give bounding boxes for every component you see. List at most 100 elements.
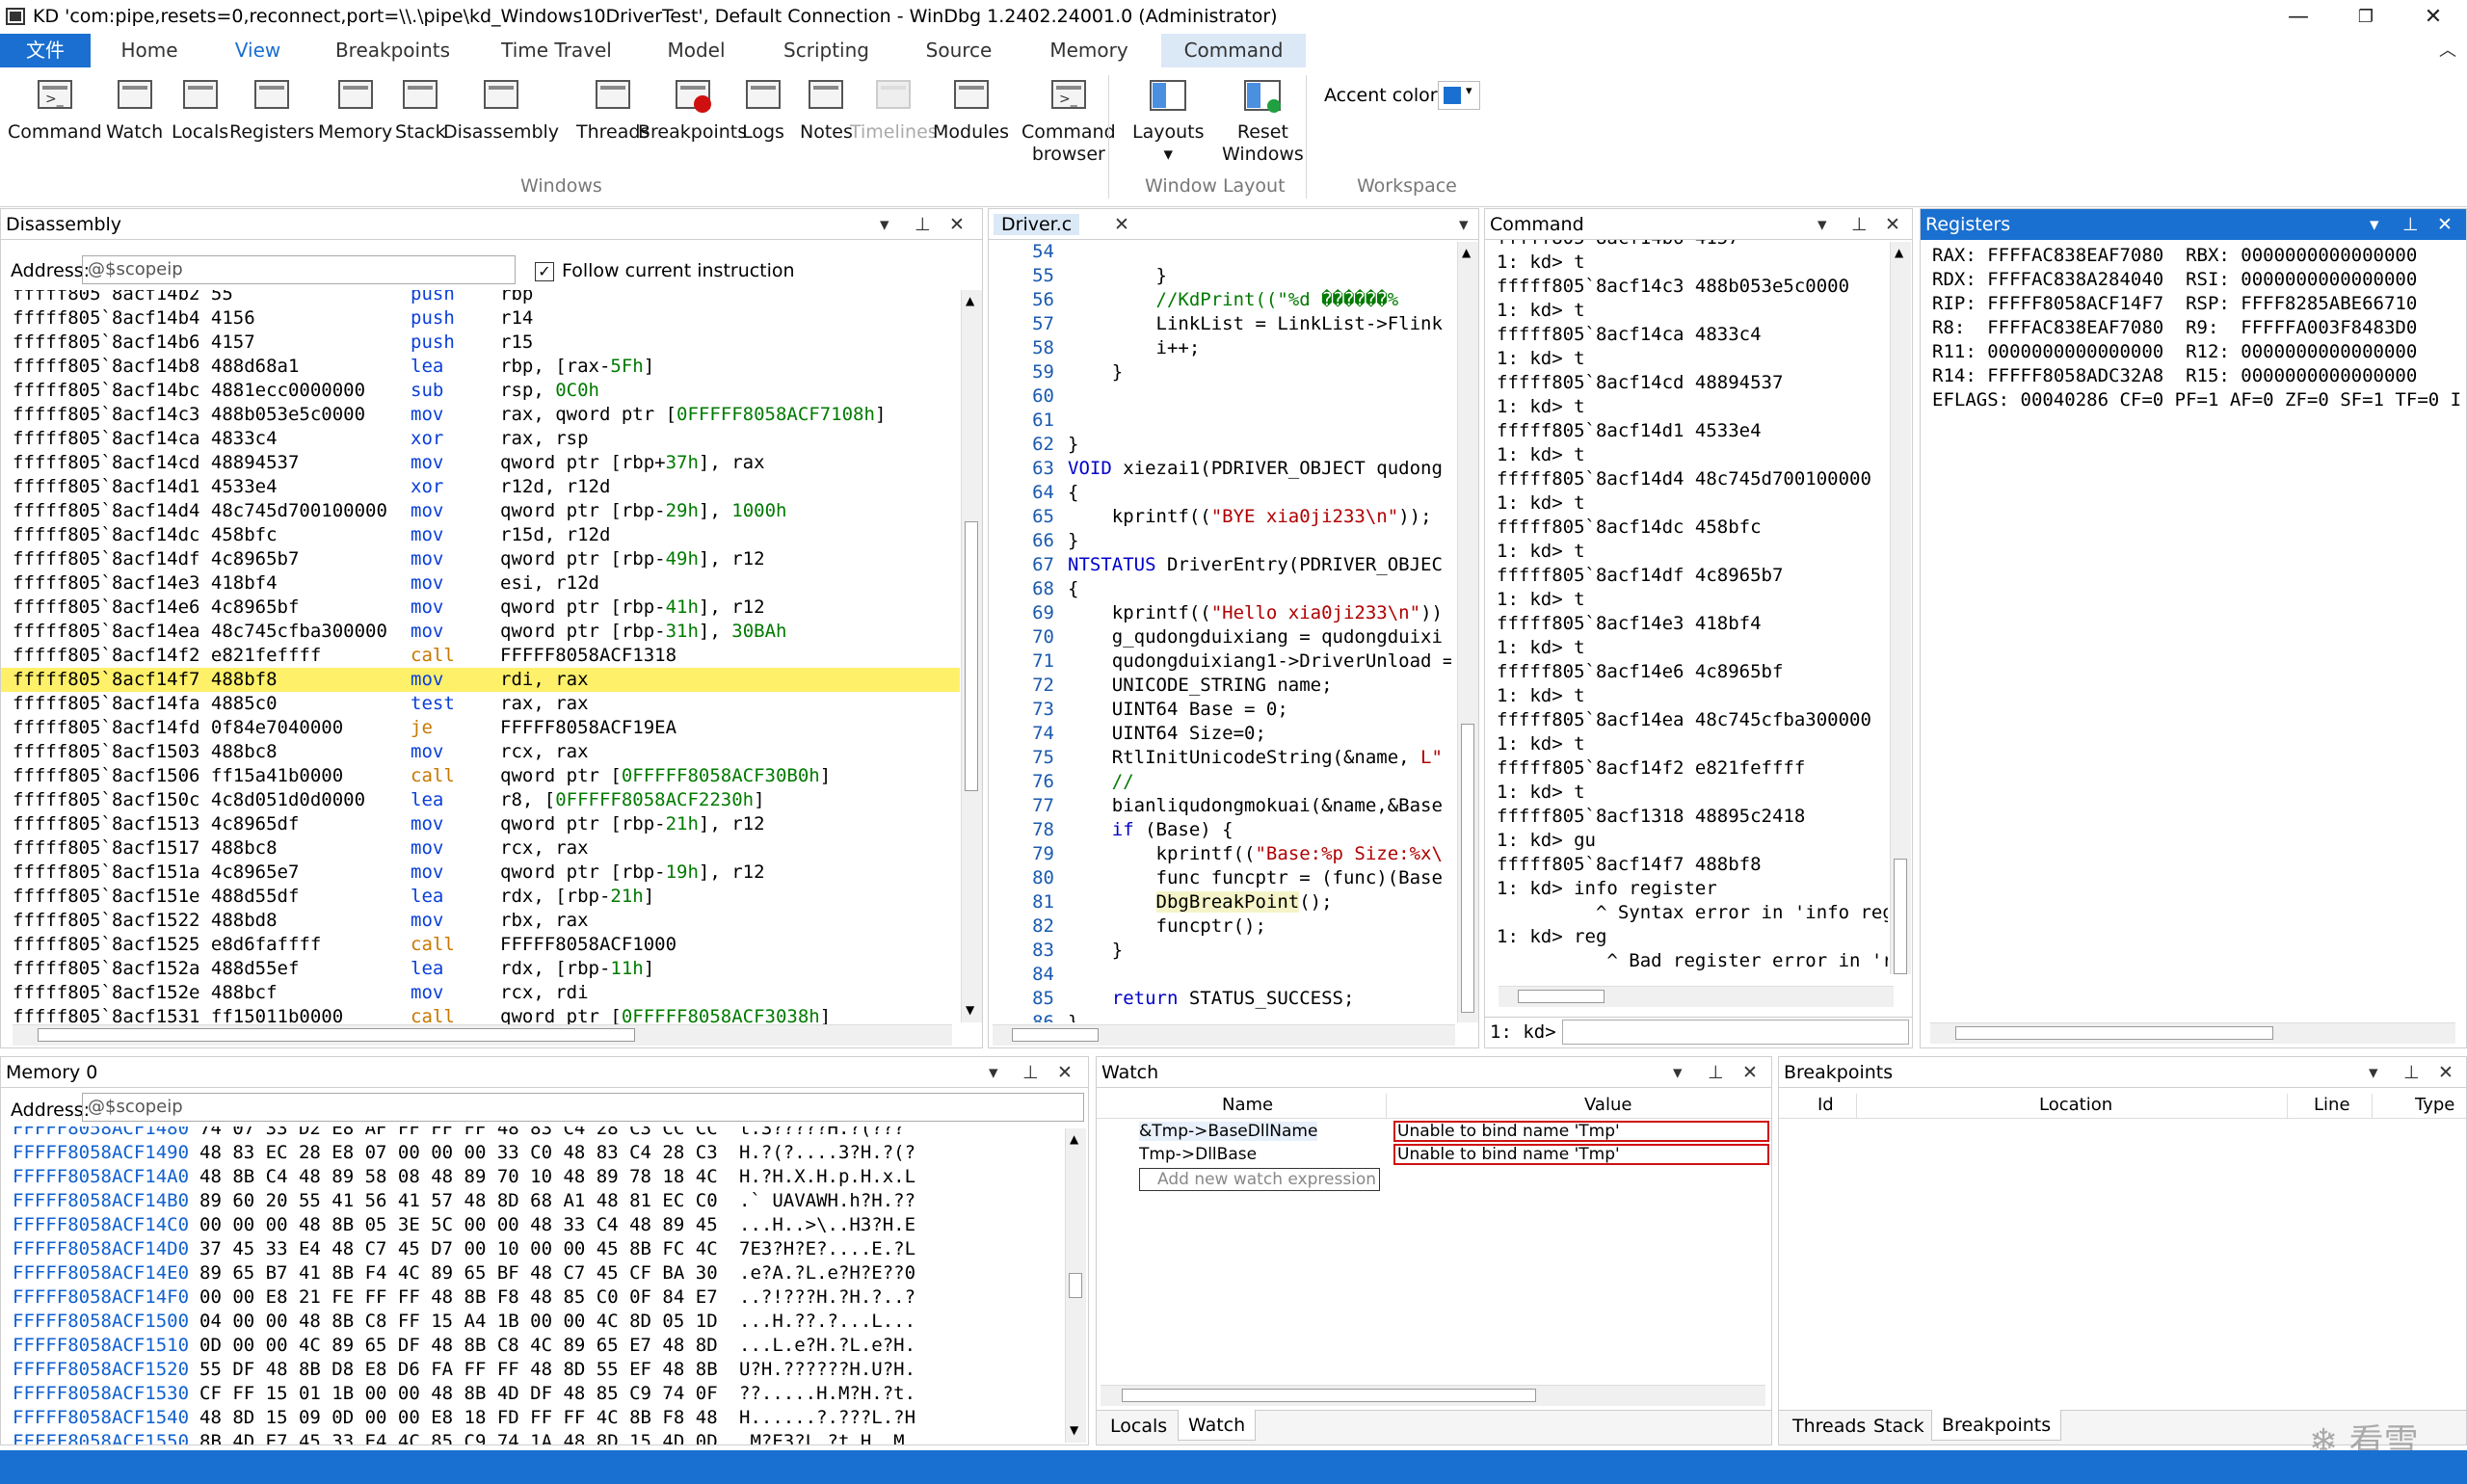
bp-col-location[interactable]: Location — [2039, 1095, 2112, 1115]
disasm-row[interactable]: fffff805`8acf14ca 4833c4 xor rax, rsp — [1, 427, 960, 451]
register-line[interactable]: EFLAGS: 00040286 CF=0 PF=1 AF=0 ZF=0 SF=… — [1932, 388, 2461, 412]
source-line[interactable]: 61 — [989, 409, 1451, 433]
register-line[interactable]: RDX: FFFFAC838A284040 RSI: 0000000000000… — [1932, 268, 2417, 292]
panel-close-icon[interactable]: ✕ — [1885, 209, 1900, 240]
source-line[interactable]: 85 return STATUS_SUCCESS; — [989, 987, 1451, 1011]
register-line[interactable]: R14: FFFFF8058ADC32A8 R15: 0000000000000… — [1932, 364, 2417, 388]
memory-address-input[interactable]: @$scopeip — [82, 1093, 1084, 1122]
source-line[interactable]: 63 VOID xiezai1(PDRIVER_OBJECT qudong — [989, 457, 1451, 481]
disasm-row[interactable]: fffff805`8acf14e6 4c8965bf mov qword ptr [… — [1, 596, 960, 620]
source-line[interactable]: 78 if (Base) { — [989, 818, 1451, 842]
ribbon-memory-button[interactable]: Memory — [318, 77, 392, 144]
ribbon-timelines-button[interactable]: Timelines — [850, 77, 938, 144]
memory-row[interactable]: FFFFF8058ACF1510 0D 00 00 4C 89 65 DF 48 … — [1, 1334, 1061, 1358]
memory-dump[interactable]: FFFFF8058ACF1480 74 07 33 D2 E8 AF FF FF … — [1, 1126, 1061, 1444]
disasm-row[interactable]: fffff805`8acf14dc 458bfc mov r15d, r12d — [1, 523, 960, 547]
horizontal-scrollbar[interactable] — [1101, 1385, 1765, 1406]
memory-row[interactable]: FFFFF8058ACF1550 8B 4D E7 45 33 E4 4C 85 … — [1, 1430, 1061, 1444]
panel-close-icon[interactable]: ✕ — [1057, 1057, 1073, 1088]
disasm-row[interactable]: fffff805`8acf14cd 48894537 mov qword ptr [… — [1, 451, 960, 475]
pin-icon[interactable]: ⊥ — [1708, 1057, 1724, 1088]
ribbon-breakpoints-button[interactable]: Breakpoints — [638, 77, 747, 144]
disasm-row[interactable]: fffff805`8acf14b2 55 push rbp — [1, 290, 960, 306]
disasm-row[interactable]: fffff805`8acf14ea 48c745cfba300000 mov qwo… — [1, 620, 960, 644]
ribbon-modules-button[interactable]: Modules — [933, 77, 1009, 144]
memory-row[interactable]: FFFFF8058ACF1540 48 8D 15 09 0D 00 00 E8 … — [1, 1406, 1061, 1430]
source-line[interactable]: 82 funcptr(); — [989, 914, 1451, 939]
tab-model[interactable]: Model — [655, 34, 737, 67]
panel-close-icon[interactable]: ✕ — [949, 209, 965, 240]
source-line[interactable]: 69 kprintf(("Hello xia0ji233\n")) — [989, 601, 1451, 625]
horizontal-scrollbar[interactable] — [1499, 986, 1894, 1007]
vertical-scrollbar[interactable]: ▲ — [1890, 242, 1911, 974]
panel-close-icon[interactable]: ✕ — [2437, 209, 2453, 240]
panel-menu-icon[interactable]: ▾ — [880, 209, 889, 240]
ribbon-locals-button[interactable]: Locals — [172, 77, 228, 144]
disasm-row[interactable]: fffff805`8acf14d1 4533e4 xor r12d, r12d — [1, 475, 960, 499]
add-watch-input[interactable]: Add new watch expression — [1139, 1168, 1380, 1191]
watch-row[interactable]: Tmp->DllBase Unable to bind name 'Tmp' — [1097, 1144, 1771, 1167]
tab-watch[interactable]: Watch — [1178, 1410, 1257, 1441]
panel-menu-icon[interactable]: ▾ — [1459, 209, 1469, 240]
memory-row[interactable]: FFFFF8058ACF1490 48 83 EC 28 E8 07 00 00 … — [1, 1141, 1061, 1165]
bp-col-type[interactable]: Type — [2415, 1095, 2454, 1115]
tab-command[interactable]: Command — [1161, 34, 1306, 67]
source-line[interactable]: 68 { — [989, 577, 1451, 601]
source-line[interactable]: 86} — [989, 1011, 1451, 1022]
tab-breakpoints-list[interactable]: Breakpoints — [1931, 1410, 2062, 1441]
disasm-row[interactable]: fffff805`8acf150c 4c8d051d0d0000 lea r8, [… — [1, 788, 960, 812]
pin-icon[interactable]: ⊥ — [1851, 209, 1868, 240]
disasm-row[interactable]: fffff805`8acf14f2 e821feffff call FFFFF805… — [1, 644, 960, 668]
ribbon-logs-button[interactable]: Logs — [742, 77, 784, 144]
panel-menu-icon[interactable]: ▾ — [1817, 209, 1827, 240]
pin-icon[interactable]: ⊥ — [1022, 1057, 1039, 1088]
memory-row[interactable]: FFFFF8058ACF14C0 00 00 00 48 8B 05 3E 5C … — [1, 1213, 1061, 1237]
disasm-row[interactable]: fffff805`8acf1525 e8d6faffff call FFFFF805… — [1, 933, 960, 957]
bp-col-line[interactable]: Line — [2314, 1095, 2350, 1115]
source-tab-title[interactable]: Driver.c — [994, 214, 1080, 235]
source-line[interactable]: 73 UINT64 Base = 0; — [989, 698, 1451, 722]
source-line[interactable]: 66} — [989, 529, 1451, 553]
source-line[interactable]: 80 func funcptr = (func)(Base — [989, 866, 1451, 890]
source-line[interactable]: 67 NTSTATUS DriverEntry(PDRIVER_OBJEC — [989, 553, 1451, 577]
source-line[interactable]: 70 g_qudongduixiang = qudongduixi — [989, 625, 1451, 649]
ribbon-command-button[interactable]: >_ Command — [8, 77, 102, 144]
source-line[interactable]: 55 } — [989, 264, 1451, 288]
source-line[interactable]: 60 — [989, 384, 1451, 409]
follow-checkbox[interactable]: ✓ — [535, 262, 554, 281]
pin-icon[interactable]: ⊥ — [2403, 1057, 2420, 1088]
source-line[interactable]: 81 DbgBreakPoint(); — [989, 890, 1451, 914]
close-button[interactable]: ✕ — [2400, 0, 2467, 34]
disasm-row[interactable]: fffff805`8acf14df 4c8965b7 mov qword ptr [… — [1, 547, 960, 571]
disassembly-address-input[interactable]: @$scopeip — [82, 255, 516, 284]
pin-icon[interactable]: ⊥ — [2402, 209, 2419, 240]
watch-row[interactable]: &Tmp->BaseDllName Unable to bind name 'Tm… — [1097, 1121, 1771, 1144]
horizontal-scrollbar[interactable] — [993, 1024, 1455, 1046]
panel-close-icon[interactable]: ✕ — [2438, 1057, 2454, 1088]
tab-scripting[interactable]: Scripting — [771, 34, 882, 67]
memory-row[interactable]: FFFFF8058ACF1480 74 07 33 D2 E8 AF FF FF … — [1, 1126, 1061, 1141]
disasm-row[interactable]: fffff805`8acf14b6 4157 push r15 — [1, 331, 960, 355]
source-line[interactable]: 62} — [989, 433, 1451, 457]
memory-row[interactable]: FFFFF8058ACF1520 55 DF 48 8B D8 E8 D6 FA … — [1, 1358, 1061, 1382]
memory-row[interactable]: FFFFF8058ACF14E0 89 65 B7 41 8B F4 4C 89 … — [1, 1261, 1061, 1285]
ribbon-reset-windows-button[interactable]: Reset Windows — [1222, 77, 1304, 166]
watch-col-name[interactable]: Name — [1222, 1095, 1273, 1115]
disasm-row[interactable]: fffff805`8acf151e 488d55df lea rdx, [rbp-2… — [1, 885, 960, 909]
disasm-row[interactable]: fffff805`8acf14fa 4885c0 test rax, rax — [1, 692, 960, 716]
vertical-scrollbar[interactable]: ▲ ▼ — [1065, 1128, 1086, 1443]
source-line[interactable]: 76 // — [989, 770, 1451, 794]
disasm-row[interactable]: fffff805`8acf152a 488d55ef lea rdx, [rbp-1… — [1, 957, 960, 981]
source-line[interactable]: 56 //KdPrint(("%d ������% — [989, 288, 1451, 312]
ribbon-watch-button[interactable]: Watch — [106, 77, 163, 144]
disasm-row[interactable]: fffff805`8acf14e3 418bf4 mov esi, r12d — [1, 571, 960, 596]
source-line[interactable]: 72 UNICODE_STRING name; — [989, 674, 1451, 698]
register-line[interactable]: R11: 0000000000000000 R12: 0000000000000… — [1932, 340, 2417, 364]
horizontal-scrollbar[interactable] — [13, 1024, 952, 1046]
tab-source[interactable]: Source — [911, 34, 1007, 67]
ribbon-notes-button[interactable]: Notes — [800, 77, 853, 144]
disasm-row[interactable]: fffff805`8acf1506 ff15a41b0000 call qword … — [1, 764, 960, 788]
source-line[interactable]: 54 — [989, 240, 1451, 264]
panel-menu-icon[interactable]: ▾ — [1673, 1057, 1683, 1088]
panel-menu-icon[interactable]: ▾ — [2369, 1057, 2378, 1088]
